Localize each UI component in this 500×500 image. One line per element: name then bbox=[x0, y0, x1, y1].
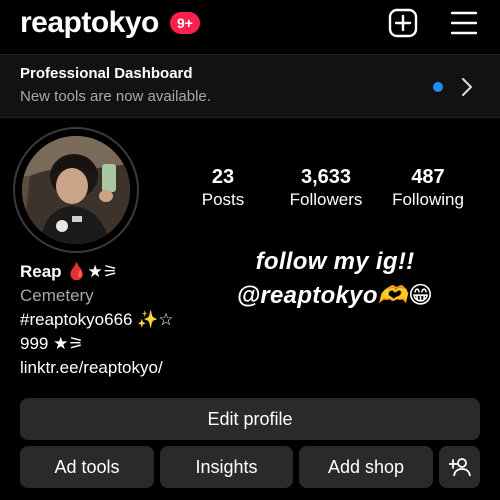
plus-square-icon[interactable] bbox=[388, 8, 418, 38]
promo-line-1: follow my ig!! bbox=[255, 248, 415, 275]
bio-link[interactable]: linktr.ee/reaptokyo/ bbox=[20, 356, 210, 380]
posts-label: Posts bbox=[201, 190, 245, 209]
promo-overlay-text: follow my ig!! @reaptokyo🫶😁 bbox=[215, 245, 455, 313]
hamburger-menu-icon[interactable] bbox=[450, 10, 478, 36]
posts-count: 23 bbox=[211, 166, 235, 188]
following-count: 487 bbox=[411, 166, 445, 188]
insights-button[interactable]: Insights bbox=[160, 446, 293, 488]
profile-category: Cemetery bbox=[20, 286, 94, 305]
chevron-right-icon[interactable] bbox=[460, 76, 474, 98]
edit-profile-button[interactable]: Edit profile bbox=[20, 398, 480, 440]
bio-text-line: 999 ★⚞ bbox=[20, 334, 84, 353]
following-stat[interactable]: 487 Following bbox=[384, 166, 472, 210]
dashboard-title: Professional Dashboard bbox=[20, 65, 193, 82]
discover-people-button[interactable] bbox=[439, 446, 480, 488]
followers-label: Followers bbox=[289, 190, 363, 209]
new-indicator-dot bbox=[433, 82, 443, 92]
top-bar: reaptokyo 9+ bbox=[0, 0, 500, 52]
add-shop-button[interactable]: Add shop bbox=[299, 446, 433, 488]
posts-stat[interactable]: 23 Posts bbox=[192, 166, 254, 210]
professional-dashboard-banner[interactable]: Professional Dashboard New tools are now… bbox=[0, 54, 500, 118]
ad-tools-button[interactable]: Ad tools bbox=[20, 446, 154, 488]
bio-hashtag-line[interactable]: #reaptokyo666 ✨☆ bbox=[20, 308, 210, 332]
profile-bio: Reap 🩸★⚞ Cemetery #reaptokyo666 ✨☆ 999 ★… bbox=[20, 260, 210, 380]
profile-username[interactable]: reaptokyo bbox=[20, 6, 159, 40]
promo-line-2: @reaptokyo🫶😁 bbox=[236, 282, 434, 309]
followers-count: 3,633 bbox=[300, 166, 352, 188]
followers-stat[interactable]: 3,633 Followers bbox=[280, 166, 372, 210]
add-person-icon bbox=[447, 458, 471, 477]
avatar[interactable] bbox=[22, 136, 130, 244]
notification-badge[interactable]: 9+ bbox=[170, 12, 200, 34]
dashboard-subtitle: New tools are now available. bbox=[20, 88, 211, 105]
avatar-photo bbox=[22, 136, 130, 244]
following-label: Following bbox=[392, 190, 464, 209]
display-name: Reap 🩸★⚞ bbox=[20, 262, 118, 281]
